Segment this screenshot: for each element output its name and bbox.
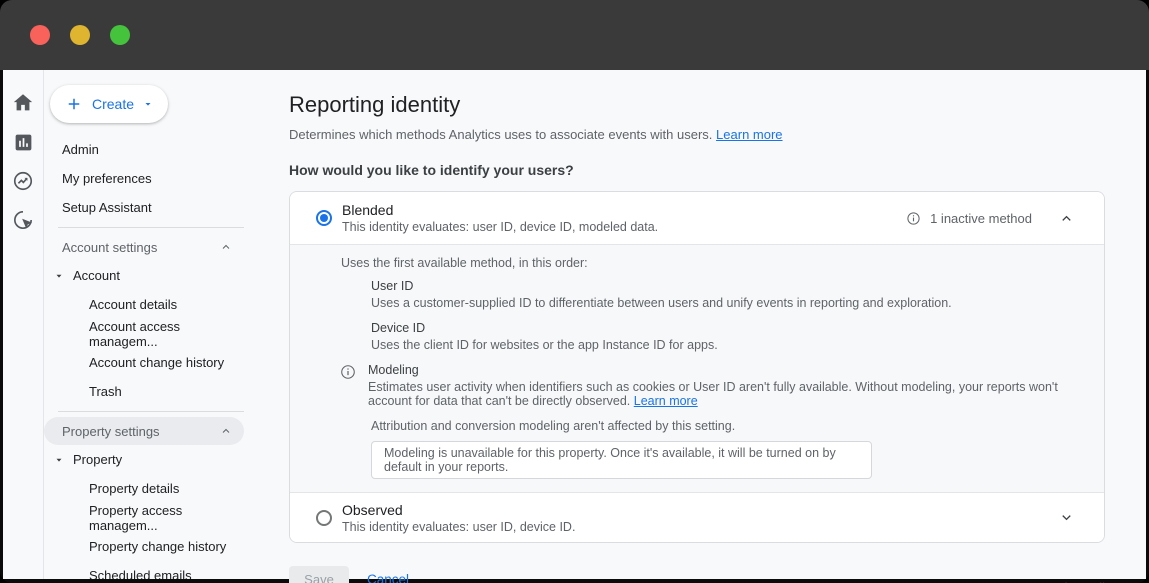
create-button-label: Create: [92, 96, 134, 112]
blended-details-panel: Uses the first available method, in this…: [290, 244, 1104, 493]
method-modeling: Modeling Estimates user activity when id…: [341, 363, 1074, 408]
caret-down-icon: [54, 455, 64, 465]
blended-subtitle: This identity evaluates: user ID, device…: [342, 220, 906, 234]
admin-sidebar: Create Admin My preferences Setup Assist…: [44, 70, 289, 579]
observed-option-row[interactable]: Observed This identity evaluates: user I…: [290, 493, 1104, 542]
advertising-icon[interactable]: [12, 209, 34, 231]
modeling-description: Estimates user activity when identifiers…: [368, 380, 1074, 408]
page-footer: Show all Save Cancel: [289, 566, 1105, 583]
method-user-id: User ID Uses a customer-supplied ID to d…: [371, 279, 1074, 310]
main-content: Reporting identity Determines which meth…: [289, 70, 1146, 579]
plus-icon: [65, 95, 83, 113]
attribution-note: Attribution and conversion modeling aren…: [371, 419, 1074, 433]
explore-icon[interactable]: [12, 170, 34, 192]
sidebar-item-setup-assistant[interactable]: Setup Assistant: [44, 193, 244, 222]
modeling-unavailable-notice: Modeling is unavailable for this propert…: [371, 441, 872, 479]
sidebar-item-trash[interactable]: Trash: [44, 377, 244, 406]
sidebar-item-scheduled-emails[interactable]: Scheduled emails: [44, 561, 244, 579]
sidebar-item-my-preferences[interactable]: My preferences: [44, 164, 244, 193]
sidebar-item-account-access-management[interactable]: Account access managem...: [44, 319, 244, 348]
traffic-lights: [30, 25, 130, 45]
section-property-settings[interactable]: Property settings: [44, 417, 244, 445]
observed-radio[interactable]: [316, 510, 332, 526]
sidebar-item-account-change-history[interactable]: Account change history: [44, 348, 244, 377]
group-account[interactable]: Account: [44, 261, 244, 290]
section-account-settings[interactable]: Account settings: [44, 233, 244, 261]
sidebar-item-account-details[interactable]: Account details: [44, 290, 244, 319]
observed-title: Observed: [342, 502, 1041, 518]
app-window: Create Admin My preferences Setup Assist…: [0, 0, 1149, 583]
chevron-down-icon: [1059, 510, 1074, 525]
sidebar-divider: [58, 411, 244, 412]
group-label: Property: [73, 452, 122, 467]
observed-subtitle: This identity evaluates: user ID, device…: [342, 520, 1041, 534]
identity-question: How would you like to identify your user…: [289, 162, 1105, 178]
info-icon: [906, 211, 921, 226]
modeling-title: Modeling: [368, 363, 1074, 377]
collapse-blended-control[interactable]: [1059, 211, 1074, 226]
learn-more-link[interactable]: Learn more: [716, 127, 782, 142]
sidebar-divider: [58, 227, 244, 228]
create-button[interactable]: Create: [50, 85, 168, 123]
expand-observed-control[interactable]: [1059, 510, 1074, 525]
cancel-button[interactable]: Cancel: [367, 572, 409, 583]
home-icon[interactable]: [12, 92, 34, 114]
chevron-up-icon: [220, 425, 232, 437]
chevron-up-icon: [220, 241, 232, 253]
sidebar-item-admin[interactable]: Admin: [44, 135, 244, 164]
blended-title: Blended: [342, 202, 906, 218]
sidebar-nav: Admin My preferences Setup Assistant Acc…: [44, 135, 244, 579]
blended-radio[interactable]: [316, 210, 332, 226]
left-icon-rail: [3, 70, 44, 579]
save-button[interactable]: Save: [289, 566, 349, 583]
method-device-id: Device ID Uses the client ID for website…: [371, 321, 1074, 352]
sidebar-item-property-access-management[interactable]: Property access managem...: [44, 503, 244, 532]
group-label: Account: [73, 268, 120, 283]
sidebar-item-property-details[interactable]: Property details: [44, 474, 244, 503]
sidebar-item-property-change-history[interactable]: Property change history: [44, 532, 244, 561]
close-window-button[interactable]: [30, 25, 50, 45]
page-description: Determines which methods Analytics uses …: [289, 127, 1105, 142]
inactive-method-note: 1 inactive method: [930, 211, 1032, 226]
app-body: Create Admin My preferences Setup Assist…: [3, 70, 1146, 579]
blended-option-row[interactable]: Blended This identity evaluates: user ID…: [290, 192, 1104, 244]
page-title: Reporting identity: [289, 92, 1105, 118]
zoom-window-button[interactable]: [110, 25, 130, 45]
methods-intro: Uses the first available method, in this…: [341, 256, 1074, 270]
minimize-window-button[interactable]: [70, 25, 90, 45]
window-titlebar: [0, 0, 1149, 70]
modeling-learn-more-link[interactable]: Learn more: [634, 394, 698, 408]
identity-options-card: Blended This identity evaluates: user ID…: [289, 191, 1105, 543]
info-icon: [340, 364, 356, 380]
section-label: Account settings: [62, 240, 157, 255]
chevron-up-icon: [1059, 211, 1074, 226]
reports-icon[interactable]: [12, 131, 34, 153]
group-property[interactable]: Property: [44, 445, 244, 474]
section-label: Property settings: [62, 424, 160, 439]
caret-down-icon: [54, 271, 64, 281]
chevron-down-icon: [143, 99, 153, 109]
